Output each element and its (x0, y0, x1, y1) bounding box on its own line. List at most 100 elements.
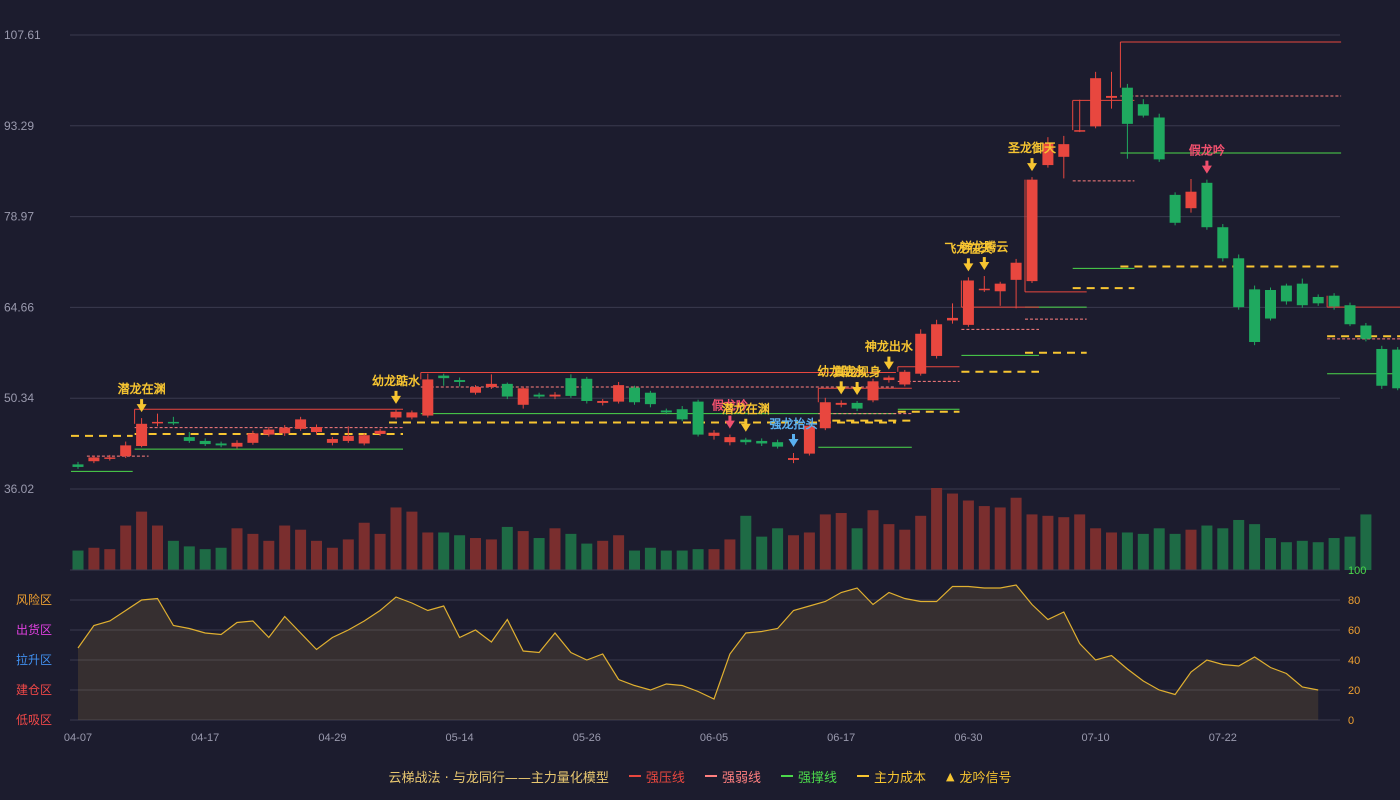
legend-pressure-line[interactable]: 强压线 (628, 767, 685, 786)
candle-body (756, 440, 768, 444)
candle-body (851, 402, 863, 409)
candle-body (1010, 262, 1022, 280)
signal-arrow-stem (887, 356, 891, 363)
candle-body (1185, 191, 1197, 209)
volume-bar (692, 549, 704, 570)
volume-bar (1360, 514, 1372, 570)
signal-arrow-stem (140, 399, 144, 406)
candle-body (501, 383, 513, 397)
price-tick-label: 93.29 (4, 119, 34, 133)
volume-bar (1137, 533, 1149, 570)
signal-arrow-icon (724, 420, 735, 429)
candle-body (342, 435, 354, 441)
signal-arrow-stem (1030, 158, 1034, 165)
volume-bar (1090, 528, 1102, 570)
candle-body (788, 458, 799, 460)
chart-grid (70, 34, 1340, 490)
signal-arrow-icon (979, 262, 990, 271)
volume-bar (676, 550, 688, 570)
signal-label: 祥龙腾云 (960, 239, 1008, 254)
candle-body (660, 410, 672, 413)
signal-label: 潜龙在渊 (118, 381, 166, 396)
price-tick-label: 78.97 (4, 210, 34, 224)
candle-body (565, 378, 577, 396)
signal-arrow-stem (966, 258, 970, 265)
candle-body (167, 421, 179, 424)
candle-body (374, 430, 386, 434)
index-zone-label: 风险区 (16, 592, 52, 607)
candle-body (1169, 194, 1181, 223)
volume-bar (899, 529, 911, 570)
candle-body (470, 387, 481, 393)
volume-bar (756, 536, 768, 570)
candle-body (1201, 182, 1213, 228)
date-tick-label: 05-14 (446, 732, 474, 744)
candle-body (120, 445, 132, 457)
legend-weak-line[interactable]: 强弱线 (704, 767, 761, 786)
date-tick-label: 06-05 (700, 732, 728, 744)
signal-arrow-stem (1205, 160, 1209, 167)
candle-body (263, 429, 275, 435)
candle-body (772, 442, 784, 447)
signal-arrow-icon (391, 395, 401, 404)
candle-body (708, 432, 720, 436)
volume-bar (1217, 528, 1229, 570)
candle-body (390, 411, 402, 418)
volume-bar (915, 515, 927, 570)
price-axis-labels: 107.61 93.29 78.97 64.66 50.34 36.02 (4, 28, 41, 496)
candle-body (1106, 95, 1117, 98)
price-tick-label: 36.02 (4, 482, 34, 496)
candle-body (1344, 305, 1356, 325)
signal-arrow-icon (740, 423, 751, 432)
volume-bar (167, 540, 179, 570)
volume-bar (629, 550, 640, 570)
index-tick-label: 80 (1348, 595, 1360, 607)
signal-arrow-icon (788, 438, 799, 447)
volume-bar (374, 533, 386, 570)
legend-title: 云梯战法 · 与龙同行——主力量化模型 (388, 770, 609, 786)
volume-bar (1249, 524, 1261, 570)
candle-body (1153, 117, 1165, 160)
date-tick-label: 04-07 (64, 732, 92, 744)
volume-bar (1074, 514, 1086, 570)
index-tick-label: 60 (1348, 625, 1360, 637)
volume-bar (1280, 542, 1292, 570)
candle-body (533, 394, 545, 397)
index-zone-label: 出货区 (16, 622, 52, 637)
volume-bar (1201, 525, 1213, 570)
candle-body (1376, 348, 1388, 386)
volume-bar (1233, 519, 1245, 570)
legend-cost-line[interactable]: 主力成本 (856, 767, 926, 786)
legend-support-line[interactable]: 强撑线 (780, 767, 837, 786)
candle-body (326, 439, 338, 443)
candle-body (183, 437, 195, 441)
candle-body (1328, 295, 1340, 307)
candle-body (104, 457, 116, 459)
signal-arrow-stem (839, 381, 843, 388)
candle-body (899, 371, 911, 385)
candle-body (1360, 325, 1372, 339)
legend-signal[interactable]: ▲ 龙吟信号 (946, 767, 1011, 786)
signal-arrow-stem (744, 418, 748, 425)
candle-body (692, 401, 704, 435)
signal-label: 神龙出水 (865, 339, 914, 354)
volume-bar (978, 506, 990, 570)
volume-bar (1312, 542, 1324, 570)
candle-body (1265, 289, 1276, 319)
candle-body (740, 439, 752, 443)
candle-body (644, 392, 656, 405)
triangle-icon: ▲ (945, 769, 955, 783)
volume-bar (883, 524, 895, 570)
candle-body (1249, 289, 1261, 343)
volume-bar (342, 539, 354, 570)
volume-bar (581, 543, 593, 570)
signal-arrow-icon (836, 386, 847, 395)
candle-body (199, 440, 211, 445)
index-zone-label: 建仓区 (16, 683, 52, 697)
volume-bar (326, 547, 338, 570)
signal-arrow-icon (852, 386, 863, 395)
signal-label: 幼龙踮水 (372, 373, 421, 388)
volume-bar (104, 549, 116, 570)
candle-body (883, 377, 895, 381)
candle-body (1392, 349, 1400, 389)
